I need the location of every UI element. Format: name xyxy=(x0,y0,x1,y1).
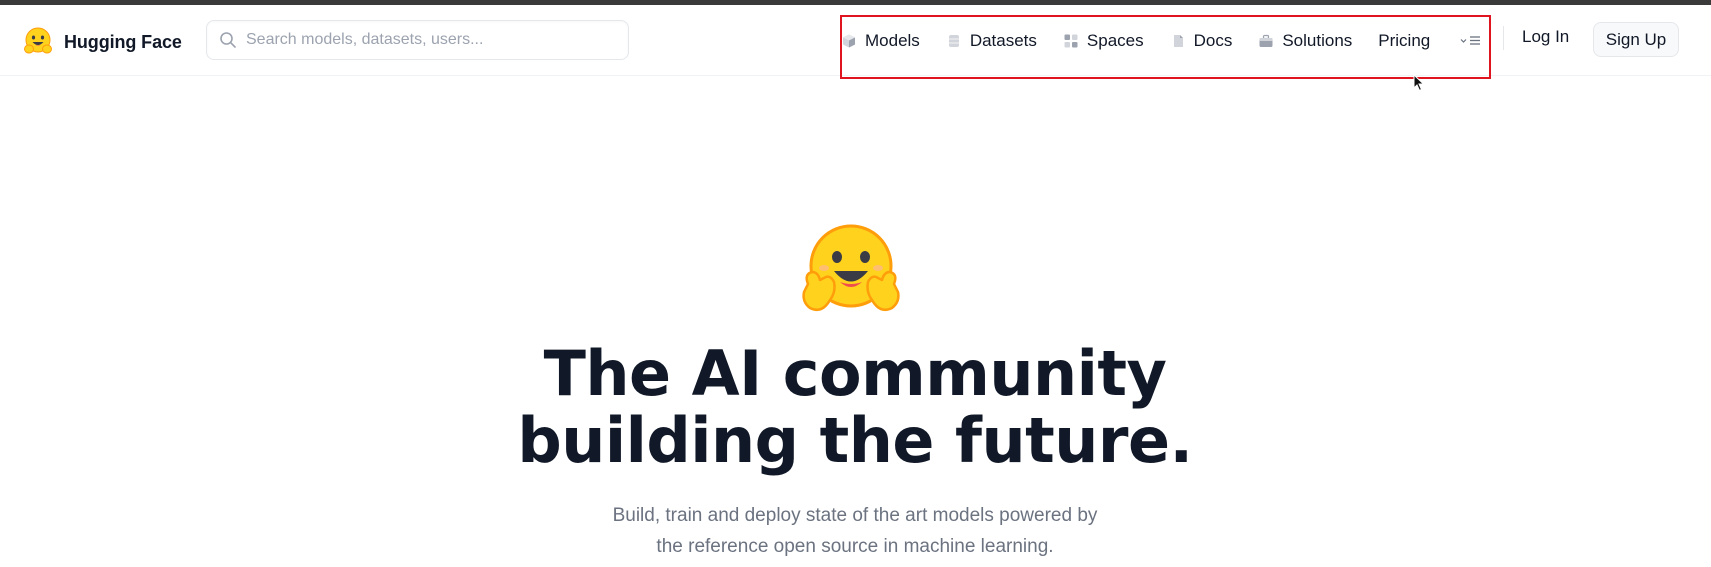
search-icon xyxy=(220,32,236,48)
search-box[interactable] xyxy=(206,20,629,60)
hugging-face-hero-icon xyxy=(802,224,900,311)
chevron-down-icon xyxy=(1460,38,1467,43)
signup-button[interactable]: Sign Up xyxy=(1593,22,1679,57)
nav-item-docs[interactable]: Docs xyxy=(1170,30,1233,51)
nav-item-label: Solutions xyxy=(1282,30,1353,50)
mouse-cursor-icon xyxy=(1413,74,1425,92)
hero-subtitle: Build, train and deploy state of the art… xyxy=(555,500,1155,562)
brand-name: Hugging Face xyxy=(64,31,182,52)
nav-item-label: Models xyxy=(865,30,920,50)
nav-item-models[interactable]: Models xyxy=(841,31,920,51)
nav-item-pricing[interactable]: Pricing xyxy=(1378,31,1430,51)
nav-item-label: Docs xyxy=(1193,30,1233,50)
hugging-face-emoji-icon xyxy=(24,27,52,54)
search-input[interactable] xyxy=(246,31,616,49)
grid-icon xyxy=(1064,34,1078,47)
nav-divider xyxy=(1503,26,1504,50)
main-nav: Models Datasets Spaces Docs Solutions Pr… xyxy=(841,5,1481,76)
more-menu-button[interactable] xyxy=(1460,35,1481,46)
hero-title-line: building the future. xyxy=(517,404,1193,477)
nav-item-datasets[interactable]: Datasets xyxy=(946,31,1037,51)
briefcase-icon xyxy=(1259,34,1273,47)
hero-title-line: The AI community xyxy=(543,337,1167,410)
hero-title: The AI community building the future. xyxy=(455,340,1255,474)
hero-subtitle-line: the reference open source in machine lea… xyxy=(656,536,1054,557)
nav-item-label: Pricing xyxy=(1378,30,1431,50)
brand-link[interactable]: Hugging Face xyxy=(22,26,182,58)
nav-item-spaces[interactable]: Spaces xyxy=(1063,31,1144,51)
database-icon xyxy=(948,34,959,47)
login-link[interactable]: Log In xyxy=(1522,27,1569,47)
nav-item-label: Datasets xyxy=(969,30,1037,50)
nav-item-label: Spaces xyxy=(1086,30,1144,50)
document-icon xyxy=(1173,34,1183,47)
hero-subtitle-line: Build, train and deploy state of the art… xyxy=(612,505,1098,526)
cube-icon xyxy=(843,34,855,47)
nav-item-solutions[interactable]: Solutions xyxy=(1258,31,1352,51)
more-menu-icon xyxy=(1470,36,1481,45)
